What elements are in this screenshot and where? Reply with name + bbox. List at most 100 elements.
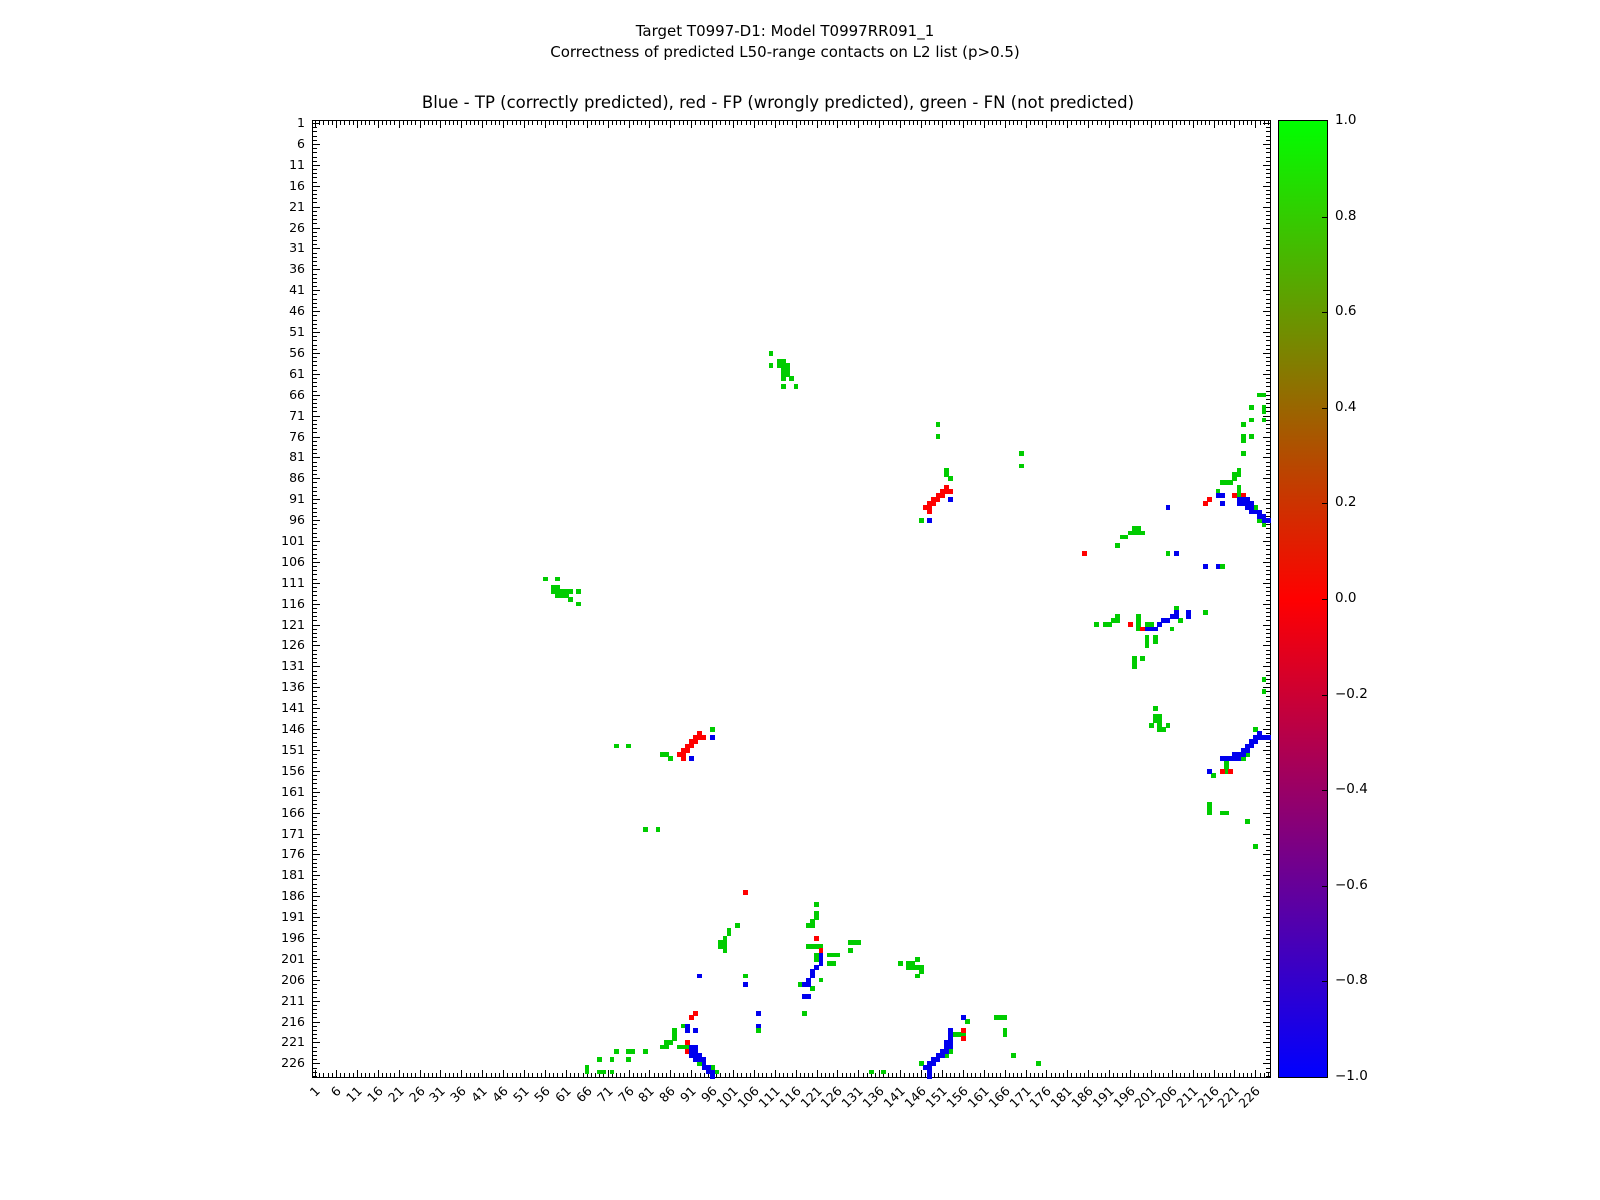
y-tick <box>313 988 317 989</box>
y-tick <box>313 395 320 396</box>
y-tick <box>313 320 317 321</box>
y-tick <box>1263 290 1270 291</box>
y-tick <box>1266 365 1270 366</box>
y-tick <box>1266 445 1270 446</box>
y-tick <box>313 127 317 128</box>
x-tick <box>340 1073 341 1077</box>
fn-cell <box>1140 656 1145 661</box>
x-tick <box>737 121 738 125</box>
x-tick <box>800 121 801 125</box>
x-tick <box>1201 121 1202 125</box>
y-tick <box>1266 754 1270 755</box>
y-tick <box>313 896 320 897</box>
y-tick-label: 201 <box>255 952 305 966</box>
y-tick <box>313 428 317 429</box>
y-tick <box>313 641 317 642</box>
y-tick <box>313 591 317 592</box>
x-tick <box>445 121 446 125</box>
x-tick <box>1046 121 1047 128</box>
y-tick-label: 126 <box>255 638 305 652</box>
fn-cell <box>735 923 740 928</box>
colorbar-tick <box>1322 695 1327 696</box>
y-tick <box>313 746 317 747</box>
fn-cell <box>1003 1015 1008 1020</box>
x-tick <box>1222 1073 1223 1077</box>
x-tick <box>1000 1073 1001 1077</box>
x-tick <box>691 1070 692 1077</box>
y-tick <box>1263 771 1270 772</box>
fn-cell <box>806 923 811 928</box>
x-tick <box>942 121 943 128</box>
x-tick <box>1088 1070 1089 1077</box>
y-tick <box>313 867 317 868</box>
x-tick <box>829 1073 830 1077</box>
fp-cell <box>948 489 953 494</box>
x-tick <box>1234 1070 1235 1077</box>
x-tick <box>374 1073 375 1077</box>
y-tick <box>313 900 317 901</box>
x-tick <box>1239 121 1240 125</box>
y-tick <box>1266 967 1270 968</box>
x-tick <box>934 1073 935 1077</box>
y-tick <box>1266 370 1270 371</box>
y-tick <box>1266 1009 1270 1010</box>
y-tick <box>313 955 317 956</box>
x-tick <box>512 121 513 125</box>
x-tick <box>553 121 554 125</box>
x-tick <box>666 1073 667 1077</box>
x-tick <box>1113 1073 1114 1077</box>
x-tick <box>1163 121 1164 125</box>
y-tick <box>313 549 317 550</box>
x-tick <box>591 1073 592 1077</box>
x-tick <box>833 1073 834 1077</box>
fn-cell <box>660 1045 665 1050</box>
x-tick <box>466 1073 467 1077</box>
tp-cell <box>1166 618 1171 623</box>
y-tick <box>313 925 317 926</box>
y-tick <box>1266 244 1270 245</box>
x-tick <box>821 1073 822 1077</box>
y-tick <box>1266 240 1270 241</box>
fn-cell <box>769 351 774 356</box>
y-tick <box>1266 378 1270 379</box>
x-tick <box>729 121 730 125</box>
x-tick <box>420 1070 421 1077</box>
y-tick <box>1263 792 1270 793</box>
fn-cell <box>948 476 953 481</box>
y-tick <box>313 671 317 672</box>
y-tick-label: 196 <box>255 931 305 945</box>
y-tick <box>1263 248 1270 249</box>
colorbar-tick-label: −0.6 <box>1335 878 1368 893</box>
y-tick <box>313 445 317 446</box>
y-tick <box>313 817 317 818</box>
x-tick <box>1205 121 1206 125</box>
y-tick <box>1266 198 1270 199</box>
y-tick <box>313 1005 317 1006</box>
y-tick <box>1266 545 1270 546</box>
y-tick <box>313 533 317 534</box>
y-tick <box>1266 303 1270 304</box>
y-tick <box>1266 884 1270 885</box>
y-tick <box>1263 332 1270 333</box>
y-tick <box>313 482 317 483</box>
x-tick <box>1084 121 1085 125</box>
x-tick <box>921 1070 922 1077</box>
x-tick <box>641 121 642 125</box>
y-tick <box>1266 800 1270 801</box>
fn-cell <box>915 974 920 979</box>
x-tick <box>1214 121 1215 128</box>
fn-cell <box>944 1053 949 1058</box>
y-tick <box>1266 294 1270 295</box>
x-tick <box>369 1073 370 1077</box>
fn-cell <box>781 376 786 381</box>
y-tick <box>313 186 320 187</box>
x-tick <box>432 121 433 125</box>
x-tick <box>909 1073 910 1077</box>
x-tick <box>1172 1070 1173 1077</box>
x-tick <box>1255 1070 1256 1077</box>
fn-cell <box>1241 756 1246 761</box>
fn-cell <box>781 384 786 389</box>
x-tick <box>942 1070 943 1077</box>
x-tick <box>1130 1070 1131 1077</box>
x-tick <box>954 121 955 125</box>
